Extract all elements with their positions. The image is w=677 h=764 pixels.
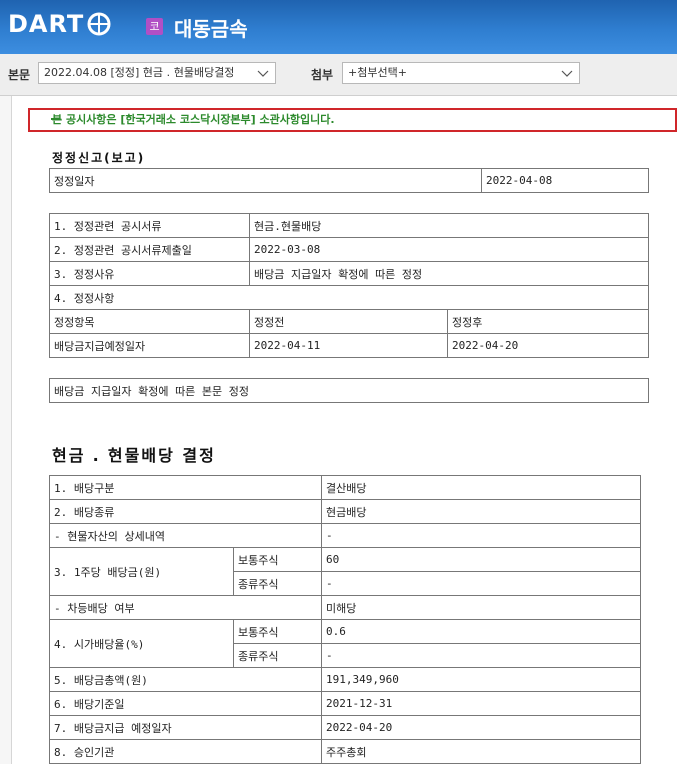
company-name[interactable]: 대동금속 [174, 13, 248, 42]
chevron-down-icon [257, 70, 269, 77]
label-cell: 8. 승인기관 [49, 739, 322, 764]
detail-label-cell: 3. 정정사유 [49, 261, 250, 286]
detail-value-cell: 2022-03-08 [249, 237, 649, 262]
value-cell: 2022-04-20 [321, 715, 641, 740]
date-value-cell: 2022-04-08 [481, 168, 649, 193]
pointing-hand-icon [51, 118, 62, 120]
value-cell: - [321, 523, 641, 548]
value-cell: 0.6 [321, 619, 641, 644]
label-cell: 4. 시가배당율(%) [49, 619, 234, 668]
table-row: 6. 배당기준일 2021-12-31 [49, 691, 641, 716]
table-row: 배당금지급예정일자 2022-04-11 2022-04-20 [49, 333, 649, 358]
correction-date-table: 정정일자 2022-04-08 [49, 168, 649, 193]
value-cell: 결산배당 [321, 475, 641, 500]
label-cell: 3. 1주당 배당금(원) [49, 547, 234, 596]
item4-cell: 4. 정정사항 [49, 285, 649, 310]
sublabel-cell: 종류주식 [233, 643, 322, 668]
value-cell: 현금배당 [321, 499, 641, 524]
table-row: - 현물자산의 상세내역 - [49, 523, 641, 548]
table-row: 3. 1주당 배당금(원) 보통주식 60 [49, 547, 641, 596]
value-cell: 주주총회 [321, 739, 641, 764]
note-cell: 배당금 지급일자 확정에 따른 본문 정정 [49, 378, 649, 403]
label-cell: 6. 배당기준일 [49, 691, 322, 716]
dividend-title: 현금 ․ 현물배당 결정 [52, 446, 216, 465]
table-row: 배당금 지급일자 확정에 따른 본문 정정 [49, 378, 649, 403]
body-select[interactable]: 2022.04.08 [정정] 현금 ․ 현물배당결정 [38, 62, 276, 84]
dividend-table: 1. 배당구분 결산배당 2. 배당종류 현금배당 - 현물자산의 상세내역 -… [49, 475, 641, 764]
date-label-cell: 정정일자 [49, 168, 482, 193]
table-row: 1. 정정관련 공시서류 현금.현물배당 [49, 213, 649, 238]
correction-note-table: 배당금 지급일자 확정에 따른 본문 정정 [49, 378, 649, 403]
table-row: 4. 시가배당율(%) 보통주식 0.6 [49, 619, 641, 668]
table-row: 5. 배당금총액(원) 191,349,960 [49, 667, 641, 692]
value-cell: 191,349,960 [321, 667, 641, 692]
label-cell: 5. 배당금총액(원) [49, 667, 322, 692]
detail-label-cell: 1. 정정관련 공시서류 [49, 213, 250, 238]
body-label: 본문 [8, 68, 31, 82]
chevron-down-icon [561, 70, 573, 77]
attach-select-value: +첨부선택+ [348, 66, 407, 79]
globe-icon [87, 12, 111, 36]
table-row: 정정일자 2022-04-08 [49, 168, 649, 193]
table-row: 8. 승인기관 주주총회 [49, 739, 641, 764]
value-cell: 2021-12-31 [321, 691, 641, 716]
document-toolbar: 본문 2022.04.08 [정정] 현금 ․ 현물배당결정 첨부 +첨부선택+ [0, 54, 677, 96]
table-row: 2. 배당종류 현금배당 [49, 499, 641, 524]
sublabel-cell: 종류주식 [233, 571, 322, 596]
logo-text: DART [8, 10, 85, 38]
value-cell: 미해당 [321, 595, 641, 620]
label-cell: 2. 배당종류 [49, 499, 322, 524]
correction-detail-table: 1. 정정관련 공시서류 현금.현물배당 2. 정정관련 공시서류제출일 202… [49, 213, 649, 358]
sublabel-cell: 보통주식 [233, 619, 322, 644]
header-cell: 정정전 [249, 309, 448, 334]
change-item-cell: 배당금지급예정일자 [49, 333, 250, 358]
header-cell: 정정항목 [49, 309, 250, 334]
dart-logo[interactable]: DART [8, 9, 112, 39]
attach-label: 첨부 [311, 68, 334, 82]
table-row: 3. 정정사유 배당금 지급일자 확정에 따른 정정 [49, 261, 649, 286]
value-cell: - [321, 643, 641, 668]
label-cell: - 차등배당 여부 [49, 595, 322, 620]
label-cell: 7. 배당금지급 예정일자 [49, 715, 322, 740]
app-header: DART 코 대동금속 [0, 0, 677, 54]
value-cell: 60 [321, 547, 641, 572]
attach-select[interactable]: +첨부선택+ [342, 62, 580, 84]
correction-title: 정정신고(보고) [52, 151, 146, 165]
table-row: 1. 배당구분 결산배당 [49, 475, 641, 500]
detail-label-cell: 2. 정정관련 공시서류제출일 [49, 237, 250, 262]
kosdaq-badge: 코 [146, 18, 163, 35]
change-before-cell: 2022-04-11 [249, 333, 448, 358]
table-row: 정정항목 정정전 정정후 [49, 309, 649, 334]
body-select-value: 2022.04.08 [정정] 현금 ․ 현물배당결정 [44, 66, 235, 79]
left-margin [0, 96, 12, 764]
sublabel-cell: 보통주식 [233, 547, 322, 572]
table-row: 4. 정정사항 [49, 285, 649, 310]
table-row: - 차등배당 여부 미해당 [49, 595, 641, 620]
table-row: 2. 정정관련 공시서류제출일 2022-03-08 [49, 237, 649, 262]
label-cell: 1. 배당구분 [49, 475, 322, 500]
jurisdiction-notice: 본 공시사항은 [한국거래소 코스닥시장본부] 소관사항입니다. [28, 108, 677, 132]
notice-text: 본 공시사항은 [한국거래소 코스닥시장본부] 소관사항입니다. [52, 113, 335, 126]
change-after-cell: 2022-04-20 [447, 333, 649, 358]
detail-value-cell: 현금.현물배당 [249, 213, 649, 238]
detail-value-cell: 배당금 지급일자 확정에 따른 정정 [249, 261, 649, 286]
label-cell: - 현물자산의 상세내역 [49, 523, 322, 548]
value-cell: - [321, 571, 641, 596]
header-cell: 정정후 [447, 309, 649, 334]
table-row: 7. 배당금지급 예정일자 2022-04-20 [49, 715, 641, 740]
